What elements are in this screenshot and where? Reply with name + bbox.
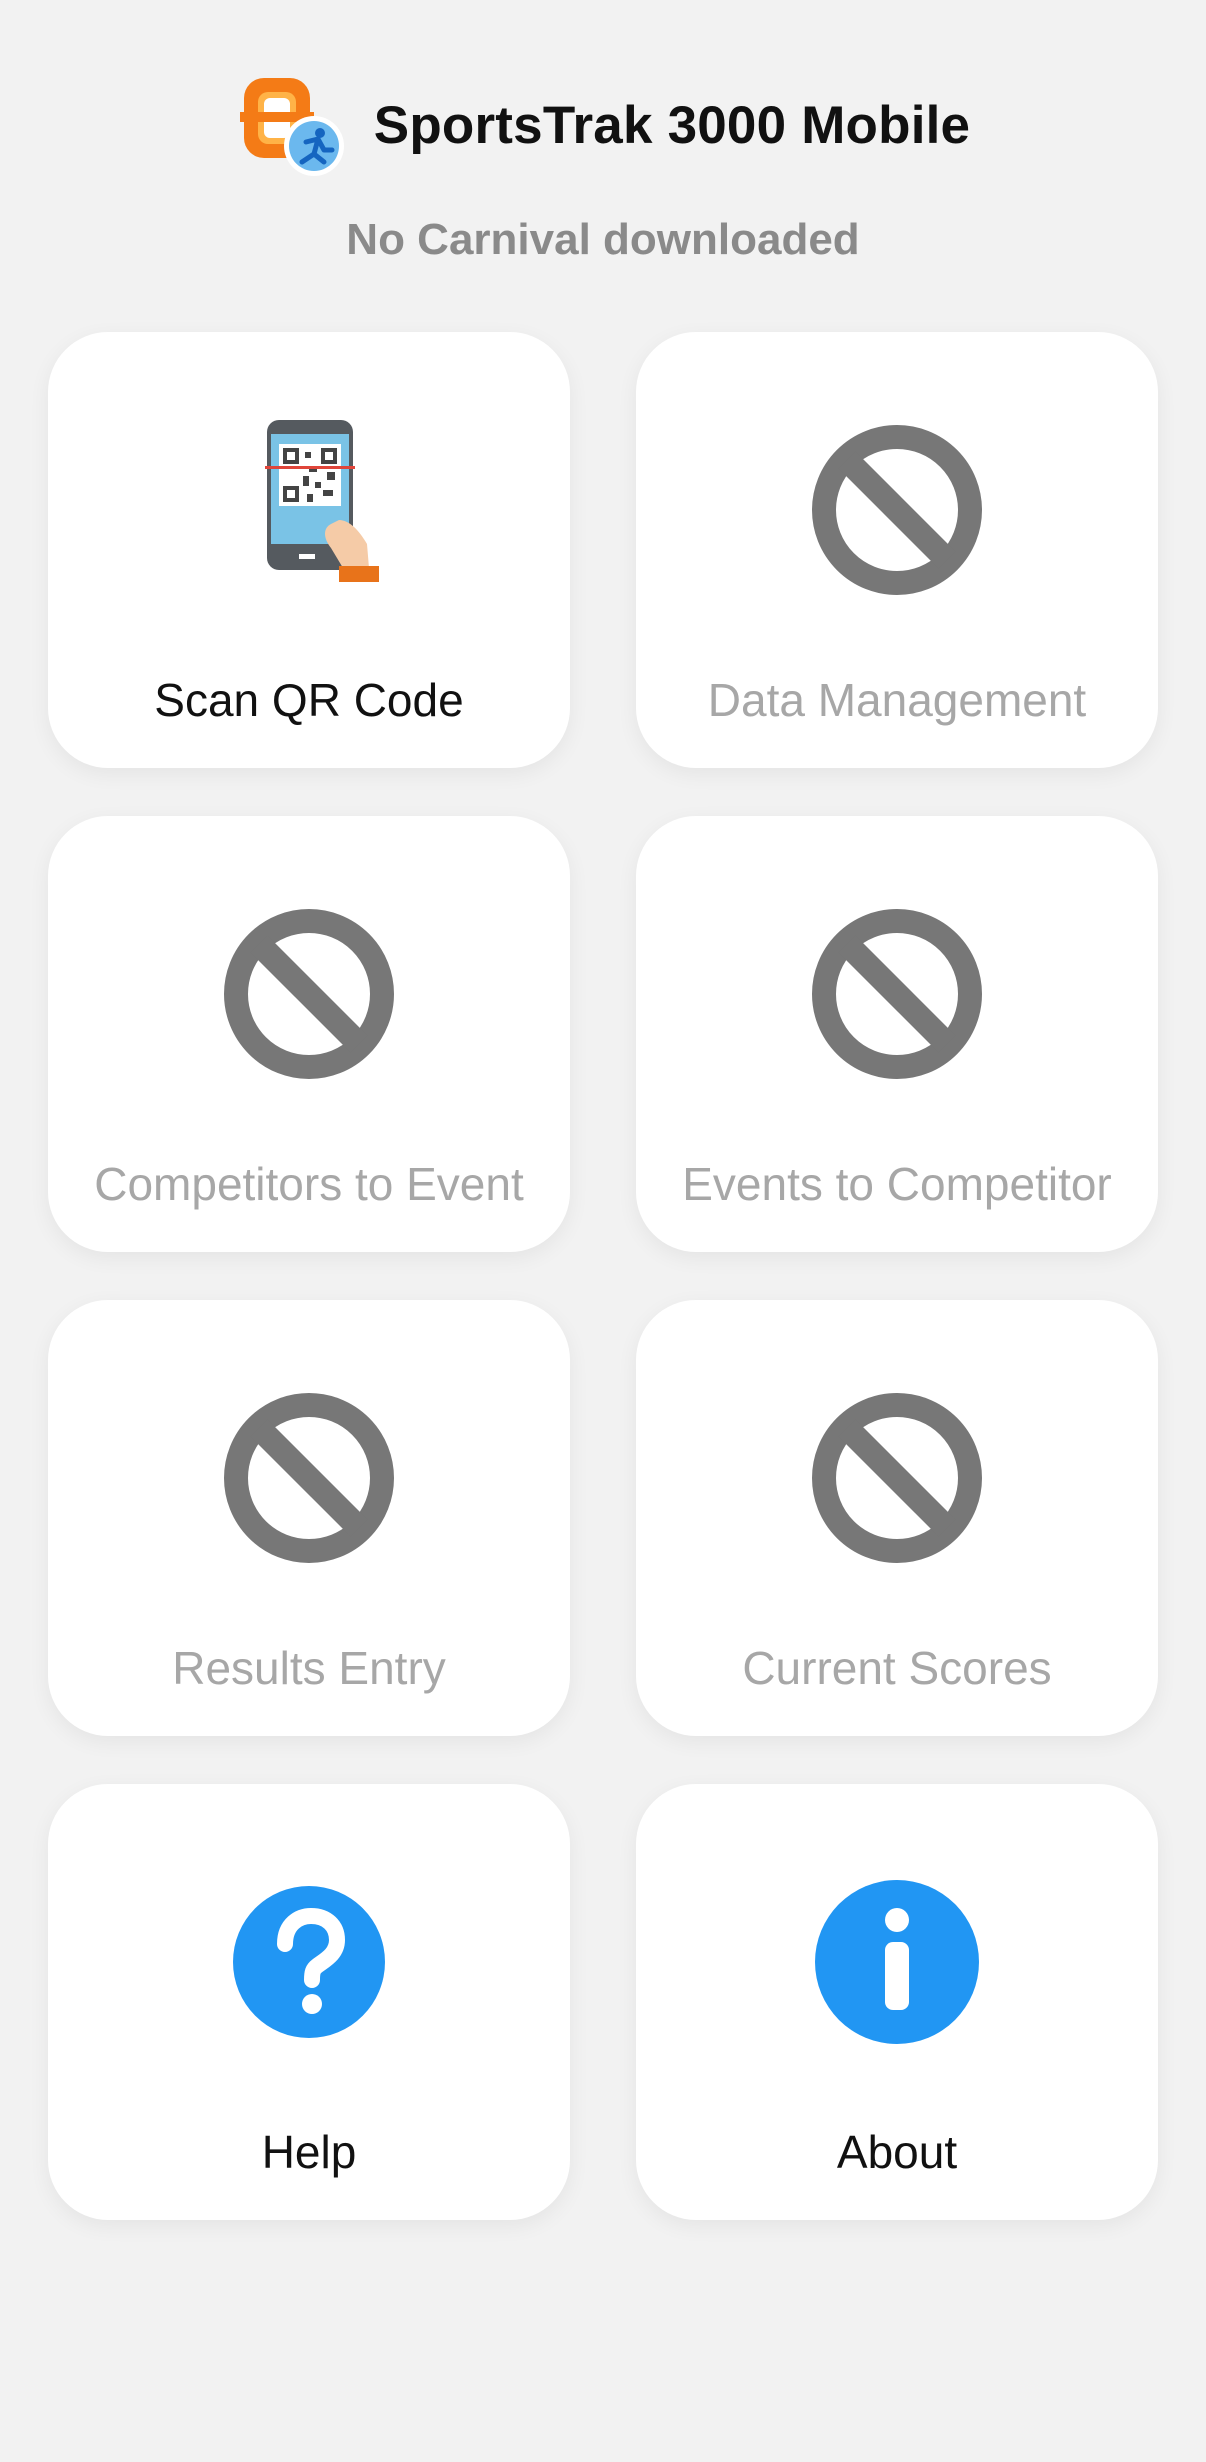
app-title: SportsTrak 3000 Mobile	[373, 95, 971, 155]
tile-label: Results Entry	[172, 1642, 446, 1694]
current-scores-button[interactable]: Current Scores	[636, 1300, 1158, 1736]
help-icon	[219, 1872, 399, 2052]
results-entry-button[interactable]: Results Entry	[48, 1300, 570, 1736]
events-to-competitor-button[interactable]: Events to Competitor	[636, 816, 1158, 1252]
tile-label: Competitors to Event	[94, 1158, 524, 1210]
app-header: SportsTrak 3000 Mobile	[0, 70, 1206, 180]
tile-label: Help	[261, 2126, 357, 2178]
tile-label: Events to Competitor	[682, 1158, 1112, 1210]
scan-qr-code-button[interactable]: Scan QR Code	[48, 332, 570, 768]
disabled-icon	[219, 904, 399, 1084]
tile-label: About	[836, 2126, 958, 2178]
competitors-to-event-button[interactable]: Competitors to Event	[48, 816, 570, 1252]
about-button[interactable]: About	[636, 1784, 1158, 2220]
tile-label: Current Scores	[742, 1642, 1052, 1694]
disabled-icon	[219, 1388, 399, 1568]
tile-label: Data Management	[707, 674, 1087, 726]
carnival-status: No Carnival downloaded	[346, 215, 860, 264]
data-management-button[interactable]: Data Management	[636, 332, 1158, 768]
disabled-icon	[807, 1388, 987, 1568]
menu-grid: Scan QR Code Data Management Competitors…	[48, 332, 1158, 2220]
help-button[interactable]: Help	[48, 1784, 570, 2220]
disabled-icon	[807, 420, 987, 600]
tile-label: Scan QR Code	[154, 674, 464, 726]
scan-qr-code-icon	[219, 420, 399, 600]
disabled-icon	[807, 904, 987, 1084]
info-icon	[807, 1872, 987, 2052]
sportstrak-logo-icon	[236, 70, 346, 180]
